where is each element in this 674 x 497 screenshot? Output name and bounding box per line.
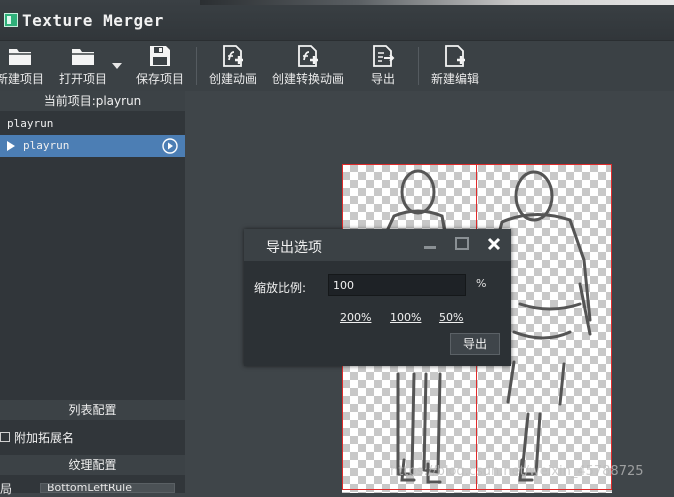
layout-label: 布局 bbox=[0, 482, 13, 496]
export-toolbar-button[interactable]: 导出 bbox=[366, 41, 400, 91]
current-project-header: 当前项目:playrun bbox=[0, 91, 185, 111]
open-project-label: 打开项目 bbox=[58, 72, 107, 86]
new-file-icon bbox=[445, 45, 465, 67]
expand-arrow-icon[interactable] bbox=[7, 141, 15, 151]
append-extension-checkbox[interactable] bbox=[0, 432, 10, 442]
scale-label: 缩放比例: bbox=[254, 281, 307, 295]
tree-item-root[interactable]: playrun bbox=[0, 113, 185, 135]
animation-icon bbox=[223, 45, 243, 67]
toolbar-separator bbox=[196, 47, 197, 85]
title-bar: Texture Merger bbox=[0, 0, 674, 41]
tree-item-selected[interactable]: playrun bbox=[0, 135, 185, 157]
export-button[interactable]: 导出 bbox=[450, 333, 500, 355]
layout-select-value: BottomLeftRule bbox=[47, 483, 132, 493]
percent-sign: % bbox=[476, 277, 487, 290]
folder-icon bbox=[9, 49, 31, 65]
tree-item-label: playrun bbox=[23, 139, 70, 152]
app-icon bbox=[4, 13, 18, 27]
chevron-down-icon bbox=[112, 63, 122, 69]
toolbar: 新建项目 打开项目 保存项目 创建动画 创建转换动画 导出 新建编辑 bbox=[0, 41, 674, 91]
create-animation-button[interactable]: 创建动画 bbox=[205, 41, 261, 91]
new-project-label: 新建项目 bbox=[0, 72, 44, 86]
dialog-title-bar[interactable]: 导出选项 bbox=[244, 229, 511, 261]
new-edit-label: 新建编辑 bbox=[430, 72, 479, 86]
open-project-dropdown[interactable] bbox=[110, 41, 124, 91]
save-project-label: 保存项目 bbox=[135, 72, 184, 86]
new-project-button[interactable]: 新建项目 bbox=[0, 41, 46, 91]
export-options-dialog: 导出选项 缩放比例: % 200% 100% 50% 导出 bbox=[244, 229, 511, 366]
minimize-button[interactable] bbox=[415, 229, 445, 261]
open-project-button[interactable]: 打开项目 bbox=[56, 41, 110, 91]
texture-config-header: 纹理配置 bbox=[0, 455, 185, 475]
close-button[interactable] bbox=[479, 229, 509, 261]
tree-item-label: playrun bbox=[7, 117, 54, 130]
create-transform-animation-label: 创建转换动画 bbox=[271, 72, 344, 86]
save-icon bbox=[150, 46, 170, 66]
create-animation-label: 创建动画 bbox=[208, 72, 257, 86]
minimize-icon bbox=[424, 246, 436, 249]
project-panel: 当前项目:playrun playrun playrun 列表配置 附加拓展名 … bbox=[0, 91, 185, 496]
close-icon bbox=[487, 237, 501, 251]
play-icon[interactable] bbox=[162, 138, 178, 154]
export-icon bbox=[373, 45, 395, 67]
new-edit-button[interactable]: 新建编辑 bbox=[428, 41, 482, 91]
scale-input[interactable] bbox=[328, 274, 466, 296]
preset-200-link[interactable]: 200% bbox=[340, 311, 371, 324]
save-project-button[interactable]: 保存项目 bbox=[134, 41, 186, 91]
export-toolbar-label: 导出 bbox=[370, 72, 395, 86]
dialog-title: 导出选项 bbox=[266, 240, 322, 256]
app-title: Texture Merger bbox=[22, 11, 164, 30]
maximize-icon bbox=[455, 237, 469, 250]
watermark: https://blog.csdn.net/weixin_45788725 bbox=[390, 464, 644, 479]
create-transform-animation-button[interactable]: 创建转换动画 bbox=[269, 41, 347, 91]
append-extension-label: 附加拓展名 bbox=[14, 431, 75, 445]
list-config-header: 列表配置 bbox=[0, 400, 185, 420]
title-bar-decoration bbox=[200, 0, 674, 5]
toolbar-separator bbox=[418, 47, 419, 85]
open-folder-icon bbox=[72, 49, 94, 65]
transform-animation-icon bbox=[298, 45, 318, 67]
maximize-button[interactable] bbox=[447, 229, 477, 261]
layout-select[interactable]: BottomLeftRule bbox=[40, 483, 175, 493]
preset-50-link[interactable]: 50% bbox=[439, 311, 463, 324]
preset-100-link[interactable]: 100% bbox=[390, 311, 421, 324]
